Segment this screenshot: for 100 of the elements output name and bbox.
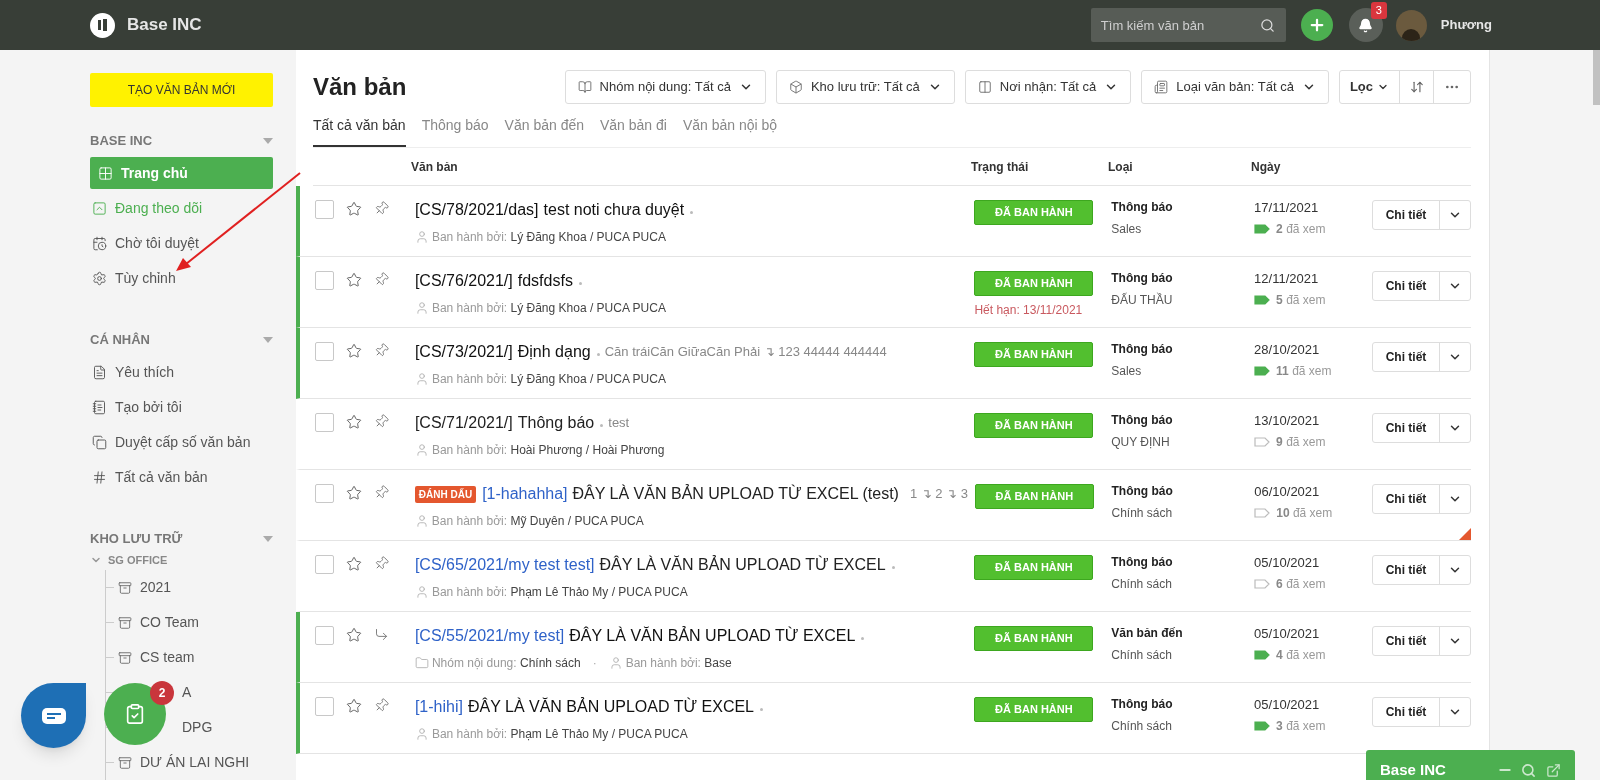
page-title: Văn bản <box>313 72 407 102</box>
avatar[interactable] <box>1395 9 1427 41</box>
status-badge: ĐÃ BAN HÀNH <box>974 271 1094 296</box>
star-icon[interactable] <box>346 201 362 217</box>
checkbox[interactable] <box>315 200 334 219</box>
status-badge: ĐÃ BAN HÀNH <box>974 555 1094 580</box>
document-title[interactable]: ĐÂY LÀ VĂN BẢN UPLOAD TỪ EXCEL (test) <box>572 482 899 506</box>
view-count: 10 đã xem <box>1276 504 1333 522</box>
separator-dot <box>600 423 604 427</box>
status-badge: ĐÃ BAN HÀNH <box>974 413 1094 438</box>
document-excerpt: 1 ↴ 2 ↴ 3 <box>909 485 969 504</box>
storage-item[interactable]: CO Team <box>140 612 199 633</box>
user-icon <box>414 230 429 244</box>
user-icon <box>414 727 429 741</box>
storage-item[interactable]: CS team <box>140 647 195 668</box>
document-code[interactable]: [CS/73/2021/] <box>414 340 513 364</box>
marked-badge: ĐÁNH DẤU <box>414 485 477 503</box>
document-date: 05/10/2021 <box>1254 554 1321 572</box>
document-title[interactable]: fdsfdsfs <box>517 269 573 293</box>
sidebar-item[interactable]: Chờ tôi duyệt <box>90 227 273 259</box>
notification-button[interactable] <box>1348 8 1383 42</box>
sidebar-item[interactable]: Tạo bởi tôi <box>90 391 273 423</box>
filter-dropdown[interactable]: Nơi nhận: Tất cả <box>964 70 1132 104</box>
star-icon[interactable] <box>346 485 362 501</box>
sidebar-item[interactable]: Tùy chỉnh <box>90 262 273 294</box>
document-type: Thông báo <box>1111 270 1174 287</box>
issuer: Ban hành bởi: Phạm Lê Thảo My / PUCA PUCA <box>431 584 688 601</box>
storage-item[interactable]: A <box>182 682 192 703</box>
user-name[interactable]: Phương <box>1440 15 1492 35</box>
checkbox[interactable] <box>315 413 334 432</box>
filter-dropdown[interactable]: Kho lưu trữ: Tất cả <box>775 70 955 104</box>
notification-badge: 3 <box>1370 2 1387 19</box>
tab[interactable]: Tất cả văn bản <box>313 114 406 147</box>
checkbox[interactable] <box>315 697 334 716</box>
document-title[interactable]: Định dạng <box>517 340 591 364</box>
chat-button[interactable] <box>21 683 86 748</box>
star-icon[interactable] <box>346 627 362 643</box>
create-document-button[interactable]: TẠO VĂN BẢN MỚI <box>90 73 273 107</box>
view-count: 4 đã xem <box>1276 646 1326 664</box>
column-header: Loại <box>1108 158 1134 176</box>
star-icon[interactable] <box>346 414 362 430</box>
document-code[interactable]: [CS/78/2021/das] <box>414 198 539 222</box>
document-title[interactable]: ĐÂY LÀ VĂN BẢN UPLOAD TỪ EXCEL <box>569 624 856 648</box>
sidebar-item[interactable]: Tất cả văn bản <box>90 461 273 493</box>
star-icon[interactable] <box>346 343 362 359</box>
sidebar-item[interactable]: Yêu thích <box>90 356 273 388</box>
search-field[interactable]: Tìm kiếm văn bản <box>1090 8 1286 42</box>
tab[interactable]: Thông báo <box>421 114 489 147</box>
document-title[interactable]: test noti chưa duyệt <box>543 198 685 222</box>
checkbox[interactable] <box>315 271 334 290</box>
add-button[interactable] <box>1300 9 1333 41</box>
star-icon[interactable] <box>346 556 362 572</box>
star-icon[interactable] <box>346 698 362 714</box>
scrollbar-thumb[interactable] <box>1593 50 1600 105</box>
filter-dropdown[interactable]: Nhóm nội dung: Tất cả <box>564 70 766 104</box>
document-type: Văn bản đến <box>1111 625 1184 642</box>
checkbox[interactable] <box>315 484 334 503</box>
tab[interactable]: Văn bản nội bộ <box>682 114 778 147</box>
archive-icon <box>118 755 132 770</box>
document-code[interactable]: [1-hihi] <box>414 695 463 719</box>
storage-item[interactable]: DPG <box>182 717 213 738</box>
user-icon <box>414 372 429 386</box>
tab[interactable]: Văn bản đi <box>600 114 667 147</box>
view-count: 5 đã xem <box>1276 291 1326 309</box>
newspaper-icon <box>1154 80 1169 94</box>
search-icon[interactable] <box>1521 762 1536 778</box>
document-code[interactable]: [CS/65/2021/my test test] <box>414 553 595 577</box>
storage-item[interactable]: 2021 <box>140 577 172 598</box>
document-date: 17/11/2021 <box>1254 199 1320 217</box>
sidebar-item[interactable]: Duyệt cấp số văn bản <box>90 426 273 458</box>
separator-dot: · <box>591 655 598 672</box>
document-title[interactable]: Thông báo <box>517 411 595 435</box>
document-code[interactable]: [CS/71/2021/] <box>414 411 513 435</box>
document-title[interactable]: ĐÂY LÀ VĂN BẢN UPLOAD TỪ EXCEL <box>467 695 754 719</box>
notes-icon <box>92 399 107 415</box>
storage-item[interactable]: DƯ ÁN LAI NGHI <box>140 752 250 773</box>
checkbox[interactable] <box>315 555 334 574</box>
caret-icon[interactable] <box>263 536 273 542</box>
document-category: Chính sách <box>1111 718 1173 735</box>
status-badge: ĐÃ BAN HÀNH <box>974 626 1094 651</box>
star-icon[interactable] <box>346 272 362 288</box>
tab[interactable]: Văn bản đến <box>504 114 584 147</box>
document-category: Sales <box>1111 363 1143 380</box>
caret-icon[interactable] <box>263 337 273 343</box>
separator-dot <box>690 210 694 214</box>
separator-dot <box>760 707 763 711</box>
expiry-date: Hết hạn: 13/11/2021 <box>974 302 1084 319</box>
reply-arrow-icon[interactable] <box>374 627 389 642</box>
caret-icon[interactable] <box>263 138 273 144</box>
document-code[interactable]: [1-hahahha] <box>482 482 568 506</box>
document-code[interactable]: [CS/55/2021/my test] <box>414 624 565 648</box>
document-code[interactable]: [CS/76/2021/] <box>414 269 513 293</box>
sort-icon <box>1409 80 1424 94</box>
document-title[interactable]: ĐÂY LÀ VĂN BẢN UPLOAD TỪ EXCEL <box>599 553 886 577</box>
document-date: 28/10/2021 <box>1254 341 1321 359</box>
checkbox[interactable] <box>315 626 334 645</box>
user-icon <box>608 656 623 670</box>
external-link-icon[interactable] <box>1546 762 1561 778</box>
filter-dropdown[interactable]: Loại văn bản: Tất cả <box>1141 70 1329 104</box>
checkbox[interactable] <box>315 342 334 361</box>
